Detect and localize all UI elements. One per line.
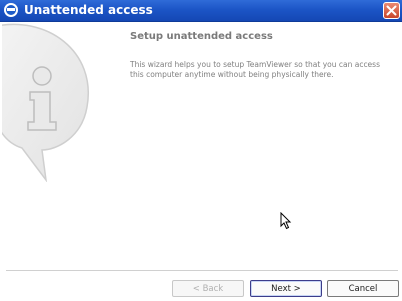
button-separator [6, 270, 398, 271]
unattended-access-window: Unattended access Setup unattended acces… [0, 0, 402, 301]
window-title: Unattended access [24, 3, 153, 17]
title-bar[interactable]: Unattended access [0, 0, 402, 22]
back-button[interactable]: < Back [172, 280, 244, 297]
wizard-description: This wizard helps you to setup TeamViewe… [130, 60, 380, 79]
next-button[interactable]: Next > [250, 280, 322, 297]
mouse-pointer-icon [280, 212, 292, 230]
wizard-heading: Setup unattended access [130, 31, 273, 42]
close-button[interactable] [383, 2, 400, 19]
teamviewer-icon [4, 3, 18, 17]
info-bubble-icon [2, 23, 89, 182]
close-icon [386, 5, 397, 16]
cancel-button[interactable]: Cancel [327, 280, 399, 297]
